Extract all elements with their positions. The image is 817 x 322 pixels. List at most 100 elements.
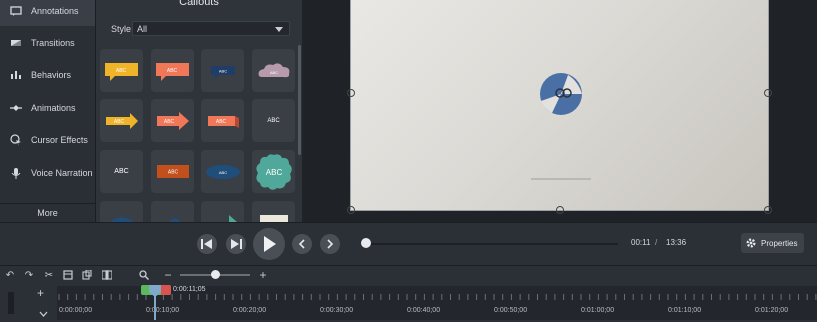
tick-label: 0:00:30;00 <box>320 307 354 314</box>
callout-text: ABC <box>167 169 178 175</box>
ruler-ticks <box>58 294 817 300</box>
sidebar-item-animations[interactable]: Animations <box>0 93 95 123</box>
scrub-knob[interactable] <box>361 238 371 248</box>
play-button[interactable] <box>253 228 285 260</box>
sidebar-item-label: Annotations <box>31 6 79 16</box>
callout-text: ABC <box>166 68 177 74</box>
style-label: Style <box>111 24 132 34</box>
resize-handle[interactable] <box>347 89 355 97</box>
gear-icon <box>746 238 756 248</box>
current-time: 00:11 <box>631 238 651 247</box>
callout-text: ABC <box>218 68 226 73</box>
undo-icon[interactable]: ↶ <box>4 269 16 281</box>
tick-label: 0:01:10;00 <box>668 307 702 314</box>
callout-tile[interactable]: ABC <box>100 99 143 142</box>
more-button[interactable]: More <box>0 203 95 222</box>
fast-forward-icon <box>231 239 242 249</box>
time-separator: / <box>655 238 658 247</box>
canvas-shadow <box>531 178 591 180</box>
step-back-button[interactable] <box>197 234 217 254</box>
logo-icon <box>540 73 582 115</box>
tick-label: 0:01:00;00 <box>581 307 615 314</box>
callouts-panel: Callouts Style All ABC ABC ABC ABC ABC A… <box>96 0 302 222</box>
sidebar-item-transitions[interactable]: Transitions <box>0 28 95 58</box>
callout-text: ABC <box>115 68 126 74</box>
total-time: 13:36 <box>666 238 687 247</box>
copy-icon[interactable] <box>62 269 74 281</box>
callout-tile[interactable]: ABC <box>151 150 194 193</box>
callout-tile[interactable]: ABC <box>201 150 244 193</box>
playhead-line <box>154 296 156 320</box>
callout-tile[interactable]: ABC <box>100 150 143 193</box>
properties-button[interactable]: Properties <box>741 233 804 253</box>
track-handle[interactable] <box>8 292 14 314</box>
sidebar-item-label: Animations <box>31 103 76 113</box>
step-forward-button[interactable] <box>226 234 246 254</box>
callout-text: ABC <box>114 168 129 175</box>
callout-text: ABC <box>163 119 174 125</box>
callout-tile[interactable]: ABC <box>252 49 295 92</box>
sidebar-item-label: Transitions <box>31 38 75 48</box>
previous-button[interactable] <box>292 234 312 254</box>
sidebar-item-label: Voice Narration <box>31 168 93 178</box>
panel-scrollbar[interactable] <box>298 45 301 155</box>
callout-tile[interactable]: ABC <box>201 49 244 92</box>
behaviors-icon <box>9 68 23 82</box>
callout-text: ABC <box>218 170 226 175</box>
preview-canvas[interactable] <box>351 0 768 210</box>
callout-text: ABC <box>113 119 124 125</box>
paste-icon[interactable] <box>81 269 93 281</box>
sidebar-item-cursor-effects[interactable]: Cursor Effects <box>0 125 95 155</box>
callout-tile[interactable]: ABC <box>151 99 194 142</box>
callout-tile[interactable]: ABC <box>252 99 295 142</box>
tick-label: 0:01:20;00 <box>755 307 789 314</box>
chevron-down-icon[interactable] <box>39 304 48 322</box>
callout-tile[interactable]: ABC <box>151 49 194 92</box>
callout-tile[interactable] <box>100 201 143 222</box>
callout-tile[interactable] <box>201 201 244 222</box>
zoom-slider-knob[interactable] <box>211 270 220 279</box>
chevron-left-icon <box>298 239 305 249</box>
resize-handle[interactable] <box>764 206 772 214</box>
timeline-ruler[interactable] <box>57 286 817 320</box>
next-button[interactable] <box>320 234 340 254</box>
zoom-out-icon[interactable]: − <box>162 268 174 282</box>
playhead-out-marker[interactable] <box>161 285 171 295</box>
cut-icon[interactable]: ✂ <box>43 269 55 281</box>
split-icon[interactable] <box>101 269 113 281</box>
sidebar-item-label: Cursor Effects <box>31 135 88 145</box>
style-dropdown[interactable]: All <box>132 21 290 36</box>
resize-handle[interactable] <box>556 206 564 214</box>
playhead-time: 0:00:11;05 <box>173 286 206 293</box>
zoom-icon <box>138 269 150 281</box>
resize-handle[interactable] <box>347 206 355 214</box>
annotation-icon <box>9 4 23 18</box>
tick-label: 0:00:20;00 <box>233 307 267 314</box>
redo-icon[interactable]: ↷ <box>23 269 35 281</box>
tick-label: 0:00:40;00 <box>407 307 441 314</box>
callout-tile[interactable] <box>151 201 194 222</box>
play-icon <box>264 236 276 252</box>
panel-title: Callouts <box>179 0 219 8</box>
callout-text: ABC <box>265 168 282 177</box>
sidebar-item-voice-narration[interactable]: Voice Narration <box>0 158 95 188</box>
zoom-in-icon[interactable]: + <box>257 268 269 282</box>
callout-tile[interactable]: ABC <box>252 150 295 193</box>
rewind-icon <box>201 239 212 249</box>
callout-tile[interactable]: ABC <box>201 99 244 142</box>
resize-handle[interactable] <box>764 89 772 97</box>
sidebar-item-annotations[interactable]: Annotations <box>0 0 95 26</box>
tick-label: 0:00:10;00 <box>146 307 180 314</box>
callout-tile[interactable] <box>252 201 295 222</box>
microphone-icon <box>9 166 23 180</box>
callout-text: ABC <box>269 70 277 75</box>
chevron-right-icon <box>327 239 334 249</box>
track-controls: + <box>0 286 58 320</box>
properties-label: Properties <box>761 238 798 248</box>
callout-tile[interactable]: ABC <box>100 49 143 92</box>
cursor-icon <box>9 133 23 147</box>
timeline-toolbar <box>0 265 817 286</box>
add-track-icon[interactable]: + <box>37 286 44 300</box>
sidebar-item-behaviors[interactable]: Behaviors <box>0 60 95 90</box>
scrub-track[interactable] <box>366 243 618 245</box>
